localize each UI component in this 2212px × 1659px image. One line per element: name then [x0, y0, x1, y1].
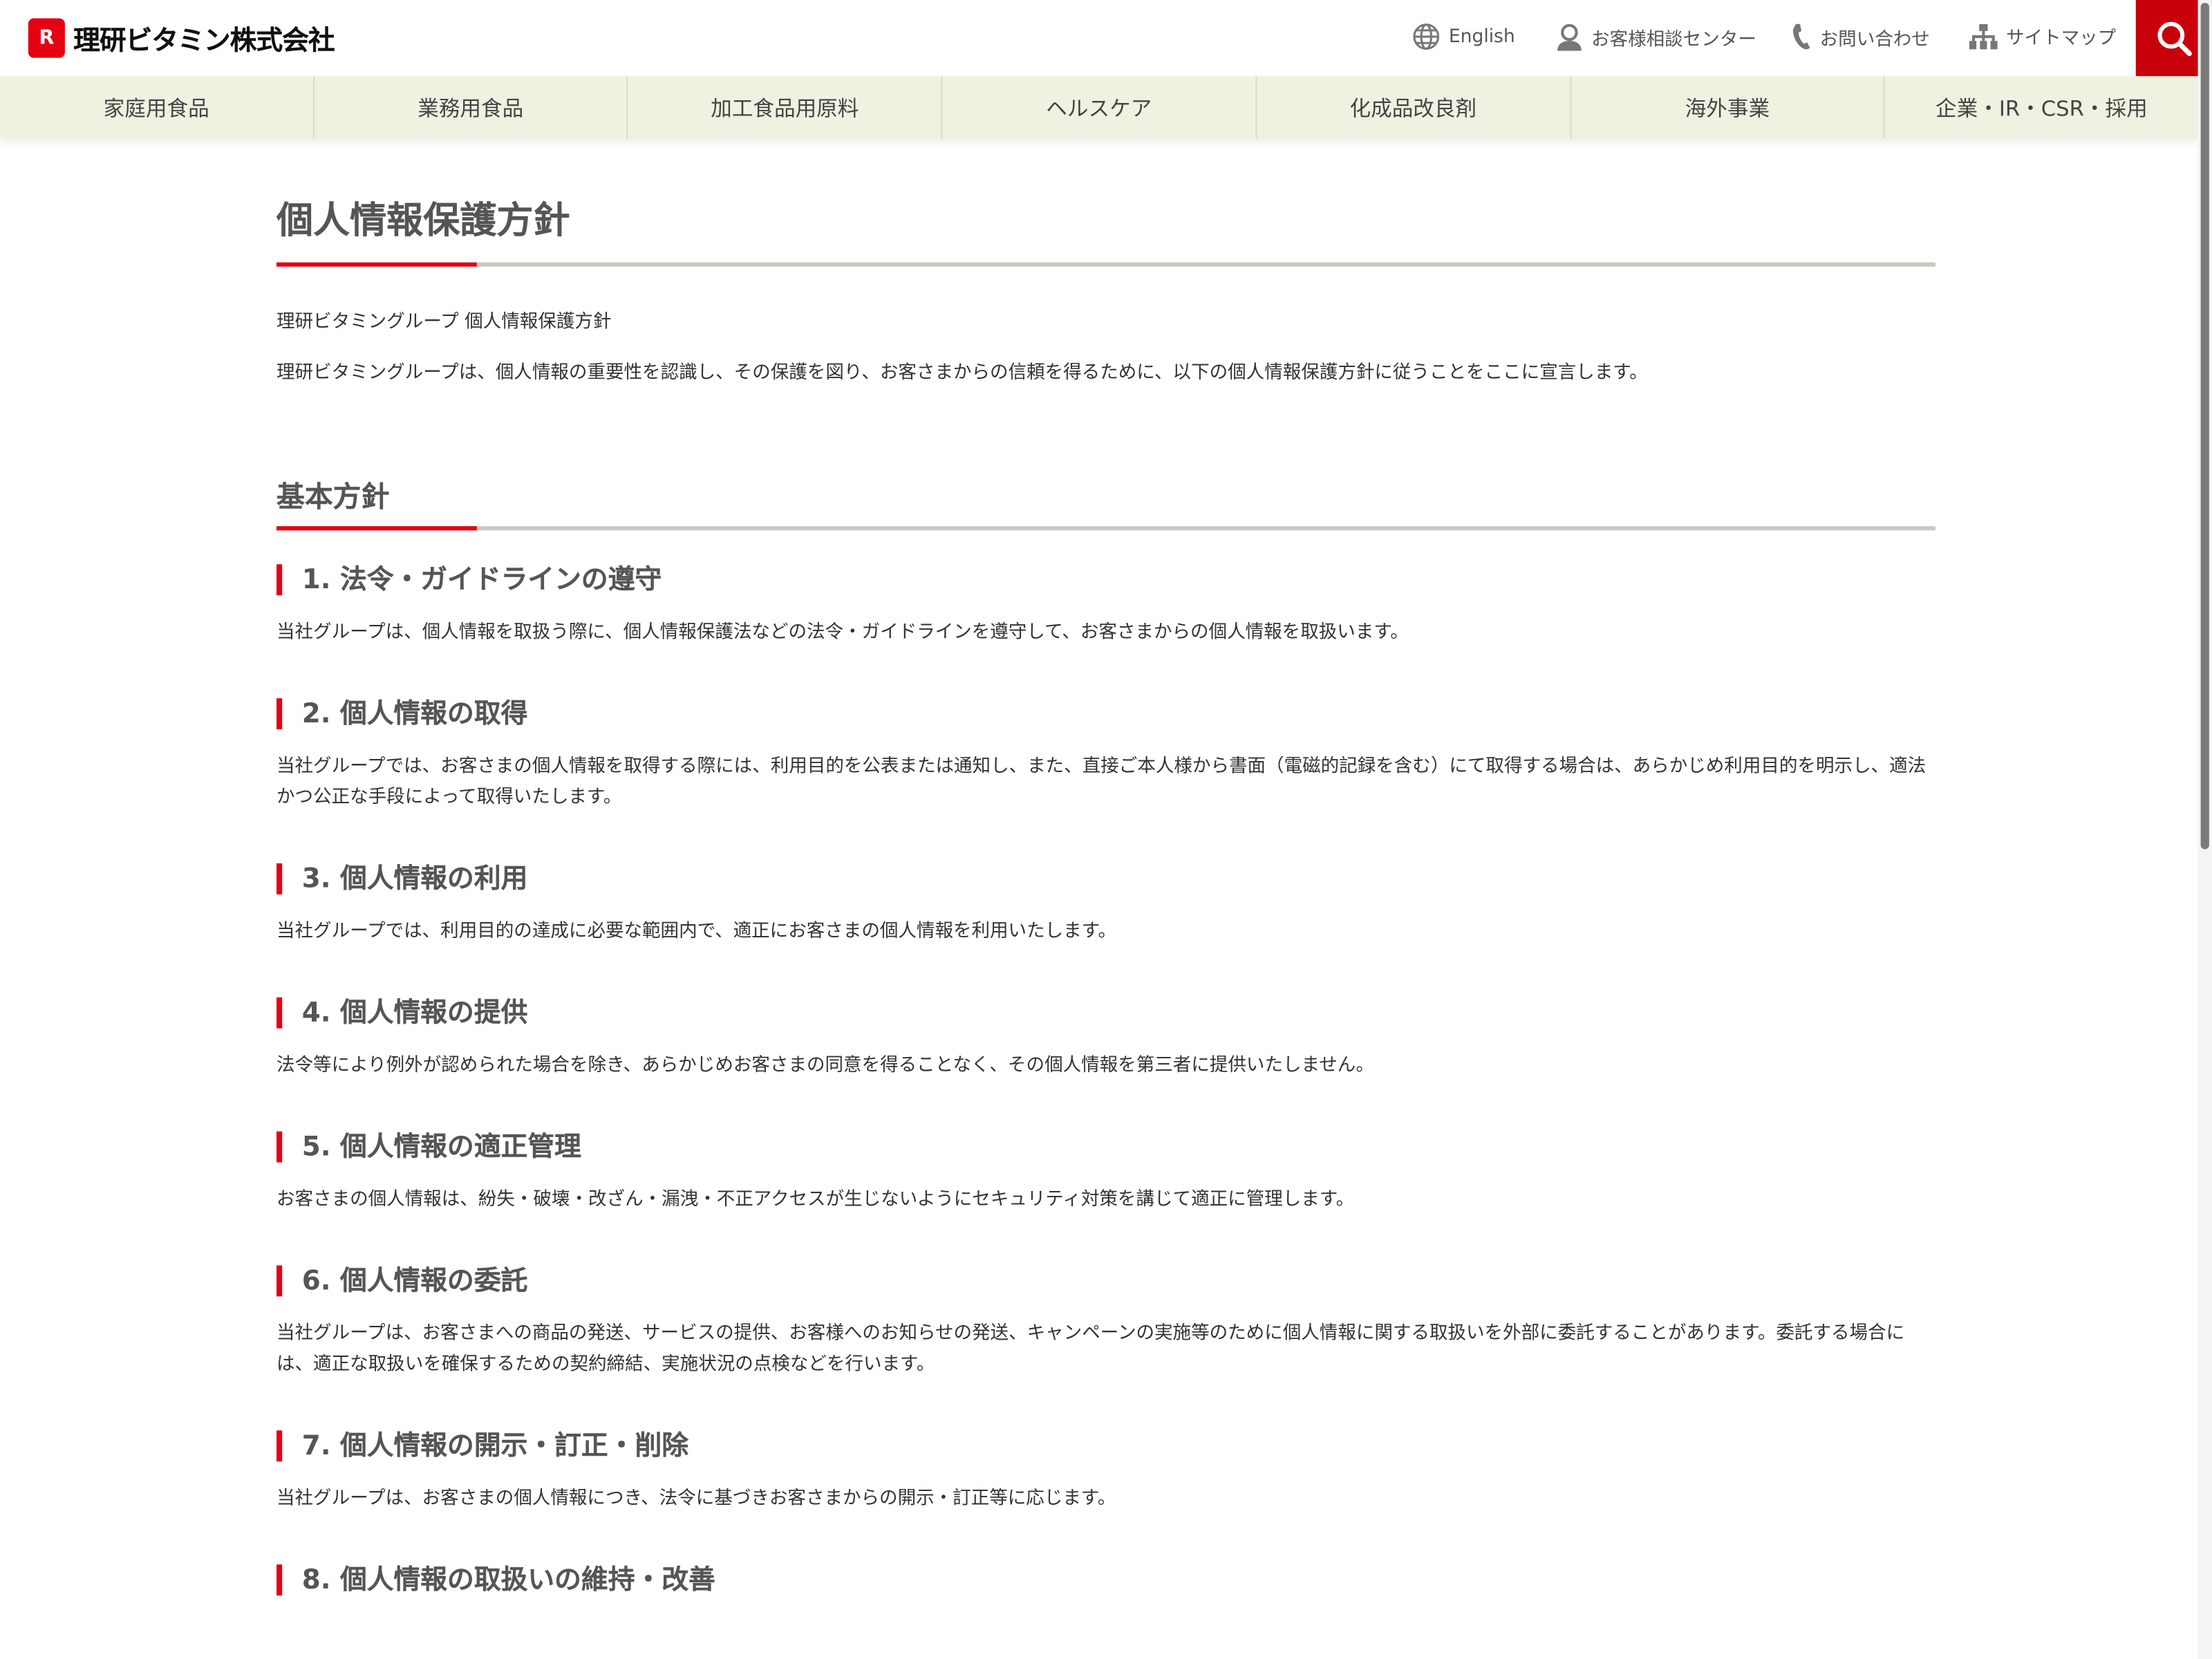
policy-item: 1. 法令・ガイドラインの遵守当社グループは、個人情報を取扱う際に、個人情報保護…	[276, 564, 1936, 648]
global-nav: 家庭用食品 業務用食品 加工食品用原料 ヘルスケア 化成品改良剤 海外事業 企業…	[0, 76, 2198, 138]
policy-item: 3. 個人情報の利用当社グループでは、利用目的の達成に必要な範囲内で、適正にお客…	[276, 863, 1936, 948]
policy-heading: 1. 法令・ガイドラインの遵守	[276, 564, 1936, 596]
english-label: English	[1448, 26, 1515, 48]
scrollbar[interactable]	[2197, 0, 2212, 1659]
nav-food-ingredients[interactable]: 加工食品用原料	[628, 76, 943, 138]
policy-text: 法令等により例外が認められた場合を除き、あらかじめお客さまの同意を得ることなく、…	[276, 1055, 1374, 1077]
policy-text: お客さまの個人情報は、紛失・破壊・改ざん・漏洩・不正アクセスが生じないようにセキ…	[276, 1189, 1355, 1211]
search-icon	[2157, 21, 2192, 57]
contact-link[interactable]: お問い合わせ	[1792, 23, 1930, 51]
policy-heading: 4. 個人情報の提供	[276, 997, 1936, 1029]
policy-text: 当社グループは、個人情報を取扱う際に、個人情報保護法などの法令・ガイドラインを遵…	[276, 621, 1409, 644]
policy-heading: 3. 個人情報の利用	[276, 863, 1936, 894]
phone-icon	[1792, 24, 1810, 50]
section-title: 基本方針	[276, 479, 390, 514]
policy-text: 当社グループは、お客さまの個人情報につき、法令に基づきお客さまからの開示・訂正等…	[276, 1488, 1116, 1510]
nav-healthcare[interactable]: ヘルスケア	[943, 76, 1257, 138]
logo-text: 理研ビタミン株式会社	[73, 24, 335, 56]
nav-chemical-improvers[interactable]: 化成品改良剤	[1257, 76, 1571, 138]
contact-label: お問い合わせ	[1819, 28, 1930, 50]
nav-home-foods[interactable]: 家庭用食品	[0, 76, 315, 138]
customer-center-label: お客様相談センター	[1591, 28, 1756, 50]
globe-icon	[1413, 24, 1440, 50]
nav-business-foods[interactable]: 業務用食品	[315, 76, 629, 138]
section-divider	[276, 526, 1936, 531]
policy-text: 当社グループでは、利用目的の達成に必要な範囲内で、適正にお客さまの個人情報を利用…	[276, 921, 1117, 943]
subtitle: 理研ビタミングループ 個人情報保護方針	[276, 312, 612, 333]
main-content: 個人情報保護方針 理研ビタミングループ 個人情報保護方針 理研ビタミングループは…	[276, 198, 1936, 1645]
policy-list: 1. 法令・ガイドラインの遵守当社グループは、個人情報を取扱う際に、個人情報保護…	[276, 564, 1936, 1596]
page: R 理研ビタミン株式会社 English お客様相談センター お問い合わせ サイ…	[0, 0, 2212, 1659]
policy-heading: 8. 個人情報の取扱いの維持・改善	[276, 1564, 1936, 1596]
logo-mark: R	[28, 18, 65, 58]
nav-overseas[interactable]: 海外事業	[1571, 76, 1886, 138]
policy-heading: 5. 個人情報の適正管理	[276, 1131, 1936, 1163]
nav-corporate[interactable]: 企業・IR・CSR・採用	[1885, 76, 2197, 138]
sitemap-icon	[1969, 23, 1998, 49]
page-title: 個人情報保護方針	[276, 200, 570, 243]
policy-item: 7. 個人情報の開示・訂正・削除当社グループは、お客さまの個人情報につき、法令に…	[276, 1430, 1936, 1515]
policy-item: 5. 個人情報の適正管理お客さまの個人情報は、紛失・破壊・改ざん・漏洩・不正アク…	[276, 1131, 1936, 1216]
policy-item: 4. 個人情報の提供法令等により例外が認められた場合を除き、あらかじめお客さまの…	[276, 997, 1936, 1082]
title-divider	[276, 262, 1936, 267]
policy-text: 当社グループは、お客さまへの商品の発送、サービスの提供、お客様へのお知らせの発送…	[276, 1323, 1905, 1376]
policy-heading: 2. 個人情報の取得	[276, 698, 1936, 730]
policy-item: 8. 個人情報の取扱いの維持・改善	[276, 1564, 1936, 1596]
policy-item: 2. 個人情報の取得当社グループでは、お客さまの個人情報を取得する際には、利用目…	[276, 698, 1936, 814]
company-logo[interactable]: R 理研ビタミン株式会社	[28, 18, 335, 58]
policy-text: 当社グループでは、お客さまの個人情報を取得する際には、利用目的を公表または通知し…	[276, 756, 1927, 809]
policy-item: 6. 個人情報の委託当社グループは、お客さまへの商品の発送、サービスの提供、お客…	[276, 1265, 1936, 1381]
scrollbar-thumb[interactable]	[2200, 3, 2209, 850]
policy-heading: 6. 個人情報の委託	[276, 1265, 1936, 1297]
english-link[interactable]: English	[1412, 23, 1515, 51]
site-header: R 理研ビタミン株式会社 English お客様相談センター お問い合わせ サイ…	[0, 0, 2212, 77]
customer-center-link[interactable]: お客様相談センター	[1556, 23, 1756, 51]
policy-heading: 7. 個人情報の開示・訂正・削除	[276, 1430, 1936, 1462]
sitemap-label: サイトマップ	[2006, 28, 2117, 50]
sitemap-link[interactable]: サイトマップ	[1969, 23, 2117, 50]
person-headset-icon	[1557, 24, 1582, 51]
intro-text: 理研ビタミングループは、個人情報の重要性を認識し、その保護を図り、お客さまからの…	[276, 362, 1648, 384]
